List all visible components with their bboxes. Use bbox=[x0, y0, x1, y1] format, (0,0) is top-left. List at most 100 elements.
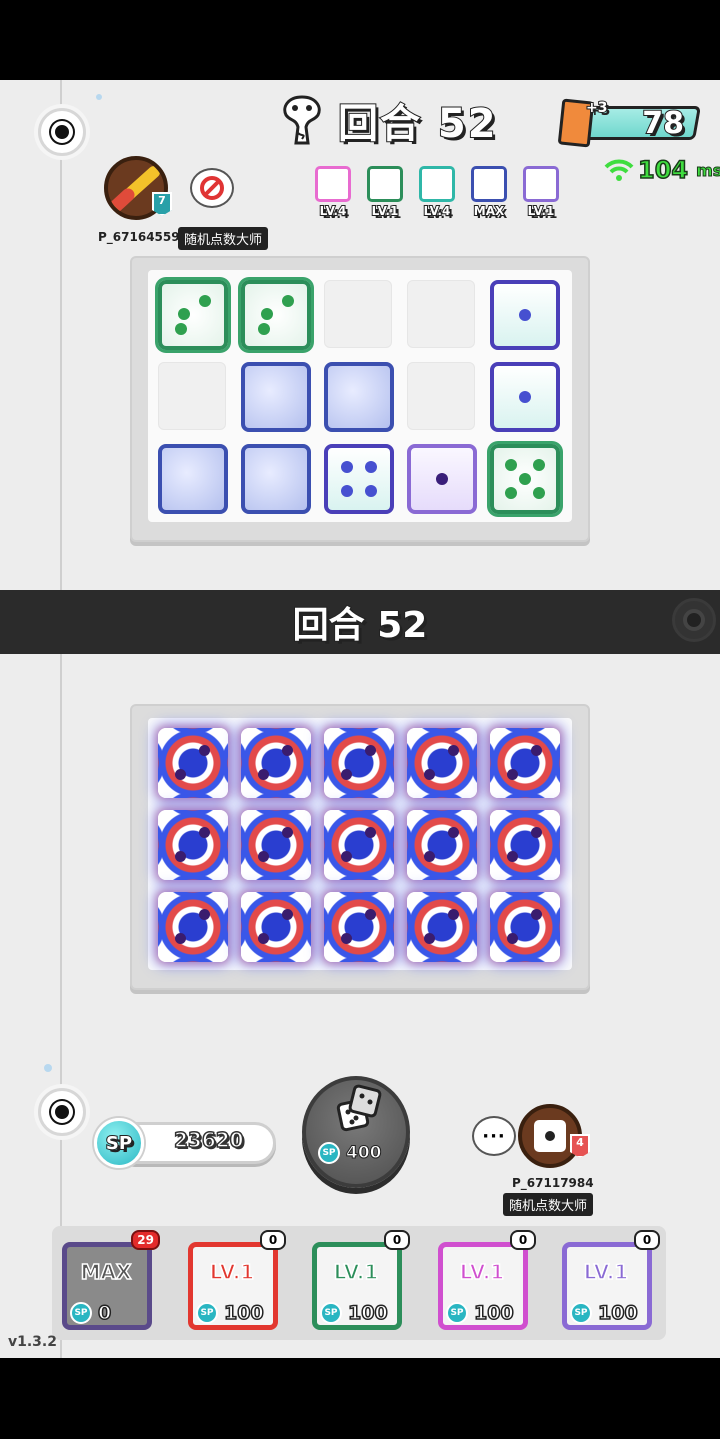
storm-die-icon bbox=[407, 728, 477, 798]
opponent-deck-item-crack[interactable]: LV.1 bbox=[522, 166, 560, 219]
pip bbox=[532, 459, 545, 472]
deck-item-level: LV.4 bbox=[319, 203, 348, 219]
pip bbox=[519, 391, 531, 403]
upgrade-slot[interactable]: MAX SP 0 29 bbox=[58, 1230, 160, 1332]
upgrade-cost-value: 100 bbox=[347, 1301, 388, 1325]
player-chat-bubble[interactable]: ··· bbox=[472, 1116, 516, 1156]
player-die-storm[interactable] bbox=[486, 724, 563, 800]
timeline-dot bbox=[96, 94, 102, 100]
pip bbox=[531, 744, 543, 756]
pip bbox=[174, 322, 187, 335]
opponent-die-hand[interactable] bbox=[486, 358, 563, 434]
opponent-mute-bubble[interactable] bbox=[190, 168, 234, 208]
opponent-empty-slot[interactable] bbox=[407, 362, 475, 430]
player-die-storm[interactable] bbox=[403, 888, 480, 964]
upgrade-cost-value: 100 bbox=[473, 1301, 514, 1325]
opponent-die-penta[interactable] bbox=[486, 440, 563, 516]
upgrade-cost: SP 100 bbox=[570, 1301, 638, 1325]
pip bbox=[199, 744, 211, 756]
pip bbox=[448, 744, 460, 756]
hand-die-icon bbox=[490, 280, 560, 350]
pip bbox=[448, 826, 460, 838]
upgrade-cost-value: 0 bbox=[97, 1301, 112, 1325]
player-die-storm[interactable] bbox=[320, 724, 397, 800]
storm-die-icon bbox=[407, 810, 477, 880]
divider-round-label: 回合 52 bbox=[292, 604, 429, 647]
pip bbox=[282, 295, 295, 308]
storm-die-icon bbox=[490, 810, 560, 880]
hand-die-icon bbox=[419, 166, 455, 202]
sp-chip-icon: SP bbox=[570, 1302, 592, 1324]
opponent-die-hand[interactable] bbox=[486, 276, 563, 352]
pip bbox=[199, 826, 211, 838]
storm-die-icon bbox=[490, 892, 560, 962]
player-title: 随机点数大师 bbox=[503, 1193, 594, 1216]
card-count: 78 bbox=[641, 105, 685, 142]
player-die-storm[interactable] bbox=[320, 806, 397, 882]
opponent-name: P_67164559 bbox=[98, 230, 180, 244]
player-die-storm[interactable] bbox=[154, 724, 231, 800]
opponent-die-gear[interactable] bbox=[237, 440, 314, 516]
pip bbox=[199, 908, 211, 920]
opponent-empty-slot[interactable] bbox=[407, 280, 475, 348]
upgrade-cost: SP 100 bbox=[196, 1301, 264, 1325]
player-die-storm[interactable] bbox=[154, 806, 231, 882]
gear-die-icon bbox=[158, 444, 228, 514]
pip bbox=[519, 473, 531, 485]
player-die-storm[interactable] bbox=[154, 888, 231, 964]
player-die-storm[interactable] bbox=[486, 806, 563, 882]
opponent-deck-item-gear[interactable]: MAX bbox=[470, 166, 508, 219]
gear-die-icon bbox=[241, 362, 311, 432]
player-die-storm[interactable] bbox=[403, 806, 480, 882]
deck-item-level: LV.4 bbox=[423, 203, 452, 219]
pip bbox=[505, 486, 518, 499]
pip bbox=[199, 295, 212, 308]
deck-item-level: LV.1 bbox=[371, 203, 400, 219]
pip bbox=[423, 769, 435, 781]
opponent-die-gear[interactable] bbox=[237, 358, 314, 434]
card-counter: +3 78 bbox=[557, 98, 701, 148]
upgrade-level: LV.1 bbox=[583, 1259, 629, 1285]
pip bbox=[423, 933, 435, 945]
upgrade-count-badge: 0 bbox=[634, 1230, 660, 1250]
round-label: 回合 52 bbox=[337, 100, 498, 148]
player-die-storm[interactable] bbox=[237, 806, 314, 882]
player-eye-icon[interactable] bbox=[38, 1088, 86, 1136]
pip bbox=[436, 473, 448, 485]
player-die-storm[interactable] bbox=[237, 888, 314, 964]
upgrade-cost: SP 100 bbox=[320, 1301, 388, 1325]
pip bbox=[260, 307, 273, 320]
upgrade-level: MAX bbox=[80, 1259, 132, 1285]
upgrade-slot[interactable]: LV.1 SP 100 0 bbox=[434, 1230, 536, 1332]
pip bbox=[365, 485, 378, 498]
opponent-empty-slot[interactable] bbox=[324, 280, 392, 348]
pip bbox=[340, 933, 352, 945]
opponent-die-gear[interactable] bbox=[154, 440, 231, 516]
rainbow-die-icon bbox=[315, 166, 351, 202]
player-die-storm[interactable] bbox=[486, 888, 563, 964]
upgrade-cost: SP 0 bbox=[70, 1301, 112, 1325]
opponent-deck-item-pentagram[interactable]: LV.1 bbox=[366, 166, 404, 219]
opponent-die-penta[interactable] bbox=[237, 276, 314, 352]
player-die-storm[interactable] bbox=[320, 888, 397, 964]
pip bbox=[448, 908, 460, 920]
dice-icon bbox=[336, 1084, 382, 1132]
roll-dice-button[interactable]: SP 400 bbox=[302, 1076, 410, 1188]
player-die-storm[interactable] bbox=[237, 724, 314, 800]
pip bbox=[282, 908, 294, 920]
opponent-die-hand[interactable] bbox=[320, 440, 397, 516]
opponent-deck-item-rainbow[interactable]: LV.4 bbox=[314, 166, 352, 219]
upgrade-slot[interactable]: LV.1 SP 100 0 bbox=[184, 1230, 286, 1332]
opponent-die-crack[interactable] bbox=[403, 440, 480, 516]
player-die-storm[interactable] bbox=[403, 724, 480, 800]
upgrade-slot[interactable]: LV.1 SP 100 0 bbox=[558, 1230, 660, 1332]
storm-die-icon bbox=[324, 728, 394, 798]
opponent-die-gear[interactable] bbox=[320, 358, 397, 434]
opponent-deck-item-hand[interactable]: LV.4 bbox=[418, 166, 456, 219]
opponent-empty-slot[interactable] bbox=[158, 362, 226, 430]
upgrade-slot[interactable]: LV.1 SP 100 0 bbox=[308, 1230, 410, 1332]
upgrade-cost: SP 100 bbox=[446, 1301, 514, 1325]
opponent-die-penta[interactable] bbox=[154, 276, 231, 352]
sp-amount: 23620 bbox=[173, 1127, 244, 1153]
opponent-eye-icon[interactable] bbox=[38, 108, 86, 156]
